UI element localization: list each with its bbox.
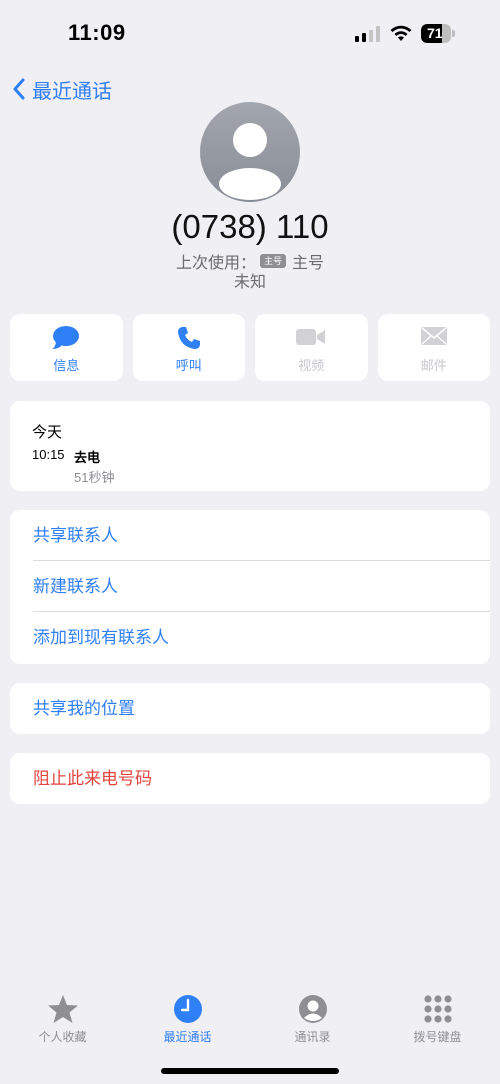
phone-icon [177,327,200,349]
tab-contacts[interactable]: 通讯录 [250,990,375,1050]
tab-contacts-label: 通讯录 [294,1030,331,1044]
tab-recents-label: 最近通话 [163,1030,212,1044]
tab-keypad-label: 拨号键盘 [413,1030,462,1044]
sim-badge: 主号 [259,254,286,268]
share-contact-button[interactable]: 共享联系人 [10,510,490,561]
tab-bar: 个人收藏 最近通话 通讯录 拨号键盘 [0,990,500,1050]
status-time: 11:09 [68,20,126,45]
tab-recents[interactable]: 最近通话 [125,990,250,1050]
share-location-card: 共享我的位置 [10,683,490,734]
keypad-icon [423,995,452,1023]
recent-call-duration: 51秒钟 [74,470,115,485]
call-button[interactable]: 呼叫 [132,314,245,381]
block-caller-card: 阻止此来电号码 [10,753,490,804]
block-caller-button[interactable]: 阻止此来电号码 [10,753,490,804]
share-location-button[interactable]: 共享我的位置 [10,683,490,734]
clock-icon [173,995,202,1023]
contact-avatar [200,102,300,202]
wifi-icon [390,25,412,41]
recent-call-time: 10:15 [32,447,65,462]
envelope-icon [420,327,447,345]
cellular-signal-icon [355,26,381,42]
tab-favorites-label: 个人收藏 [38,1030,87,1044]
recent-day: 今天 [32,424,63,441]
battery-icon: 71 [421,24,455,43]
recent-call-type: 去电 [74,450,101,465]
back-label: 最近通话 [32,80,112,103]
person-silhouette-icon [219,123,281,200]
caller-location: 未知 [233,274,266,291]
battery-level: 71 [427,25,443,41]
video-button-label: 视频 [298,358,325,373]
tab-keypad[interactable]: 拨号键盘 [375,990,500,1050]
video-camera-icon [296,329,326,345]
message-bubble-icon [52,326,80,349]
chevron-left-icon [13,78,25,100]
star-icon [47,995,78,1023]
home-indicator [161,1068,339,1074]
back-button[interactable]: 最近通话 [12,74,112,104]
status-bar: 11:09 71 [0,0,500,64]
tab-favorites[interactable]: 个人收藏 [0,990,125,1050]
call-button-label: 呼叫 [175,358,202,373]
person-circle-icon [298,995,327,1023]
video-button[interactable]: 视频 [255,314,368,381]
mail-button[interactable]: 邮件 [377,314,490,381]
phone-number: (0738) 110 [171,208,329,245]
recent-calls-card: 今天 10:15 去电 51秒钟 [10,401,490,491]
action-buttons: 信息 呼叫 视频 邮件 [10,314,490,381]
contact-options-card: 共享联系人 新建联系人 添加到现有联系人 [10,510,490,664]
create-contact-button[interactable]: 新建联系人 [10,561,490,612]
mail-button-label: 邮件 [420,358,447,373]
message-button[interactable]: 信息 [10,314,123,381]
add-to-existing-contact-button[interactable]: 添加到现有联系人 [10,612,490,663]
message-button-label: 信息 [53,358,80,373]
